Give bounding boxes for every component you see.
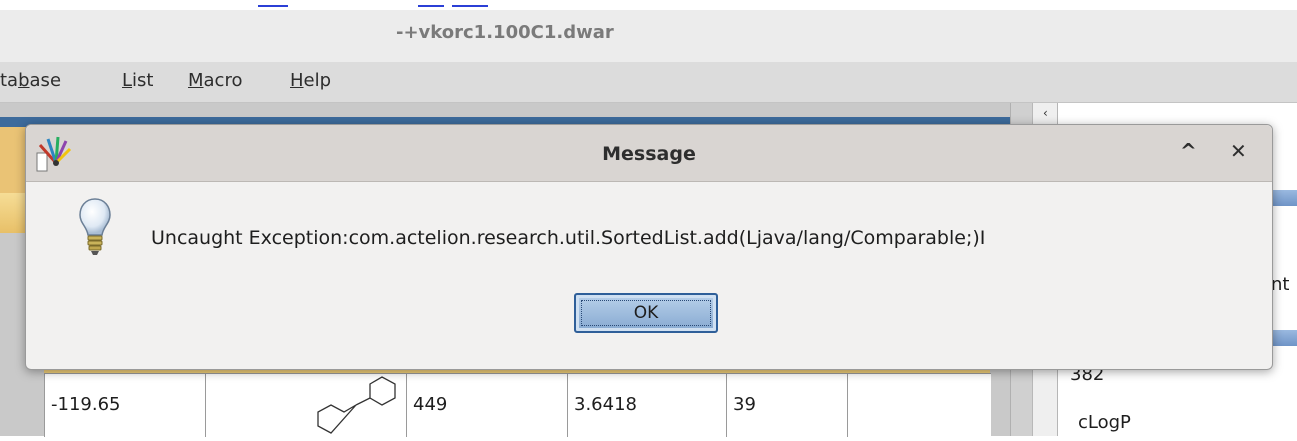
cell-value: -119.65 — [51, 394, 121, 415]
cell-value: 3.6418 — [574, 394, 637, 415]
dialog-titlebar[interactable]: Message ^ ✕ — [26, 125, 1272, 182]
top-text-fragment — [0, 0, 1297, 10]
table-cell: 449 — [407, 374, 568, 437]
table-cell: -119.65 — [45, 374, 206, 437]
error-message: Uncaught Exception:com.actelion.research… — [151, 227, 986, 249]
menu-help[interactable]: Help — [290, 70, 331, 91]
window-titlebar: -+vkorc1.100C1.dwar — [0, 10, 1297, 62]
lightbulb-icon — [79, 198, 111, 255]
table-row[interactable]: -119.65 449 3.6418 39 — [44, 373, 991, 437]
close-button[interactable]: ✕ — [1230, 139, 1247, 163]
detail-label-partial: nt — [1271, 274, 1290, 295]
cell-value: 39 — [733, 394, 756, 415]
link-underline — [418, 5, 444, 7]
ok-button[interactable]: OK — [574, 293, 718, 333]
cell-value: 449 — [413, 394, 448, 415]
dialog-title: Message — [602, 143, 696, 165]
table-cell: 39 — [727, 374, 848, 437]
menu-list[interactable]: List — [122, 70, 153, 91]
menu-mnemonic: H — [290, 70, 304, 91]
detail-header-bar — [1270, 330, 1297, 346]
menu-mnemonic: L — [122, 70, 133, 91]
link-underline — [258, 5, 288, 7]
menu-label: ase — [29, 70, 62, 91]
link-underline — [452, 5, 488, 7]
splitter-arrow-icon[interactable]: ‹ — [1043, 106, 1048, 120]
detail-header-bar — [1270, 190, 1297, 206]
detail-label: cLogP — [1078, 412, 1131, 433]
menu-label: ta — [0, 70, 19, 91]
table-cell: 3.6418 — [568, 374, 727, 437]
menu-label: acro — [203, 70, 243, 91]
menu-label: ist — [132, 70, 154, 91]
minimize-button[interactable]: ^ — [1180, 139, 1197, 163]
menu-mnemonic: b — [18, 70, 30, 91]
menu-label: elp — [303, 70, 332, 91]
menubar: tabase List Macro Help — [0, 62, 1297, 103]
structure-cell — [206, 374, 407, 437]
window-title: -+vkorc1.100C1.dwar — [396, 22, 614, 43]
menu-database[interactable]: tabase — [0, 70, 61, 91]
menu-macro[interactable]: Macro — [188, 70, 242, 91]
ok-button-label: OK — [633, 303, 659, 323]
molecule-structure-icon — [317, 376, 396, 434]
message-dialog: Message ^ ✕ Uncaught Exception:com.actel… — [25, 124, 1273, 370]
menu-mnemonic: M — [188, 70, 204, 91]
